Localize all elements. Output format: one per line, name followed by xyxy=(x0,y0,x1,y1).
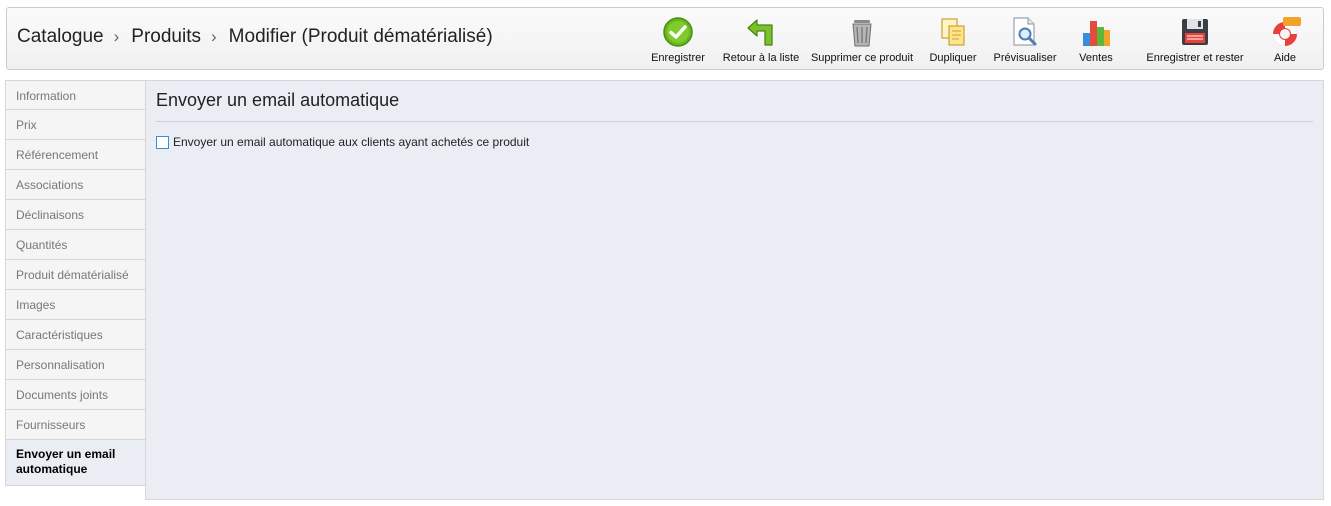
breadcrumb-item-current: Modifier (Produit dématérialisé) xyxy=(228,26,493,47)
divider xyxy=(156,121,1313,122)
save-and-stay-button[interactable]: Enregistrer et rester xyxy=(1143,8,1247,69)
product-tabs: Information Prix Référencement Associati… xyxy=(5,80,146,486)
tab-quantites[interactable]: Quantités xyxy=(5,230,146,260)
back-arrow-icon xyxy=(747,19,773,46)
breadcrumb-item-catalogue[interactable]: Catalogue xyxy=(17,26,104,48)
tab-envoyer-email-automatique[interactable]: Envoyer un email automatique xyxy=(5,440,146,486)
auto-email-option[interactable]: Envoyer un email automatique aux clients… xyxy=(156,135,529,149)
help-button[interactable]: Aide xyxy=(1263,8,1307,69)
breadcrumb: Catalogue › Produits › Modifier (Produit… xyxy=(17,26,493,48)
tab-information[interactable]: Information xyxy=(5,80,146,110)
sales-button[interactable]: Ventes xyxy=(1076,8,1116,69)
trash-icon xyxy=(852,20,872,47)
duplicate-icon xyxy=(941,18,965,46)
panel-title: Envoyer un email automatique xyxy=(156,90,400,110)
tab-caracteristiques[interactable]: Caractéristiques xyxy=(5,320,146,350)
tab-personnalisation[interactable]: Personnalisation xyxy=(5,350,146,380)
tab-associations[interactable]: Associations xyxy=(5,170,146,200)
tab-produit-dematerialise[interactable]: Produit dématérialisé xyxy=(5,260,146,290)
back-to-list-button[interactable]: Retour à la liste xyxy=(718,8,804,69)
tab-prix[interactable]: Prix xyxy=(5,110,146,140)
preview-button[interactable]: Prévisualiser xyxy=(993,8,1057,69)
lifebuoy-icon xyxy=(1273,17,1301,46)
page-header: Catalogue › Produits › Modifier (Produit… xyxy=(6,7,1324,70)
save-button[interactable]: Enregistrer xyxy=(643,8,713,69)
auto-email-checkbox[interactable] xyxy=(156,135,169,149)
tab-content-panel: Envoyer un email automatique Envoyer un … xyxy=(145,80,1324,500)
breadcrumb-item-produits[interactable]: Produits xyxy=(131,26,201,48)
delete-product-button[interactable]: Supprimer ce produit xyxy=(807,8,917,69)
tab-referencement[interactable]: Référencement xyxy=(5,140,146,170)
tab-declinaisons[interactable]: Déclinaisons xyxy=(5,200,146,230)
breadcrumb-separator: › xyxy=(211,27,217,46)
tab-images[interactable]: Images xyxy=(5,290,146,320)
tab-fournisseurs[interactable]: Fournisseurs xyxy=(5,410,146,440)
breadcrumb-separator: › xyxy=(113,27,120,46)
check-circle-icon xyxy=(663,17,693,47)
tab-documents-joints[interactable]: Documents joints xyxy=(5,380,146,410)
duplicate-button[interactable]: Dupliquer xyxy=(923,8,983,69)
auto-email-checkbox-label: Envoyer un email automatique aux clients… xyxy=(173,135,530,149)
bar-chart-icon xyxy=(1083,21,1110,46)
floppy-disk-icon xyxy=(1182,19,1208,45)
preview-icon xyxy=(1013,17,1037,46)
